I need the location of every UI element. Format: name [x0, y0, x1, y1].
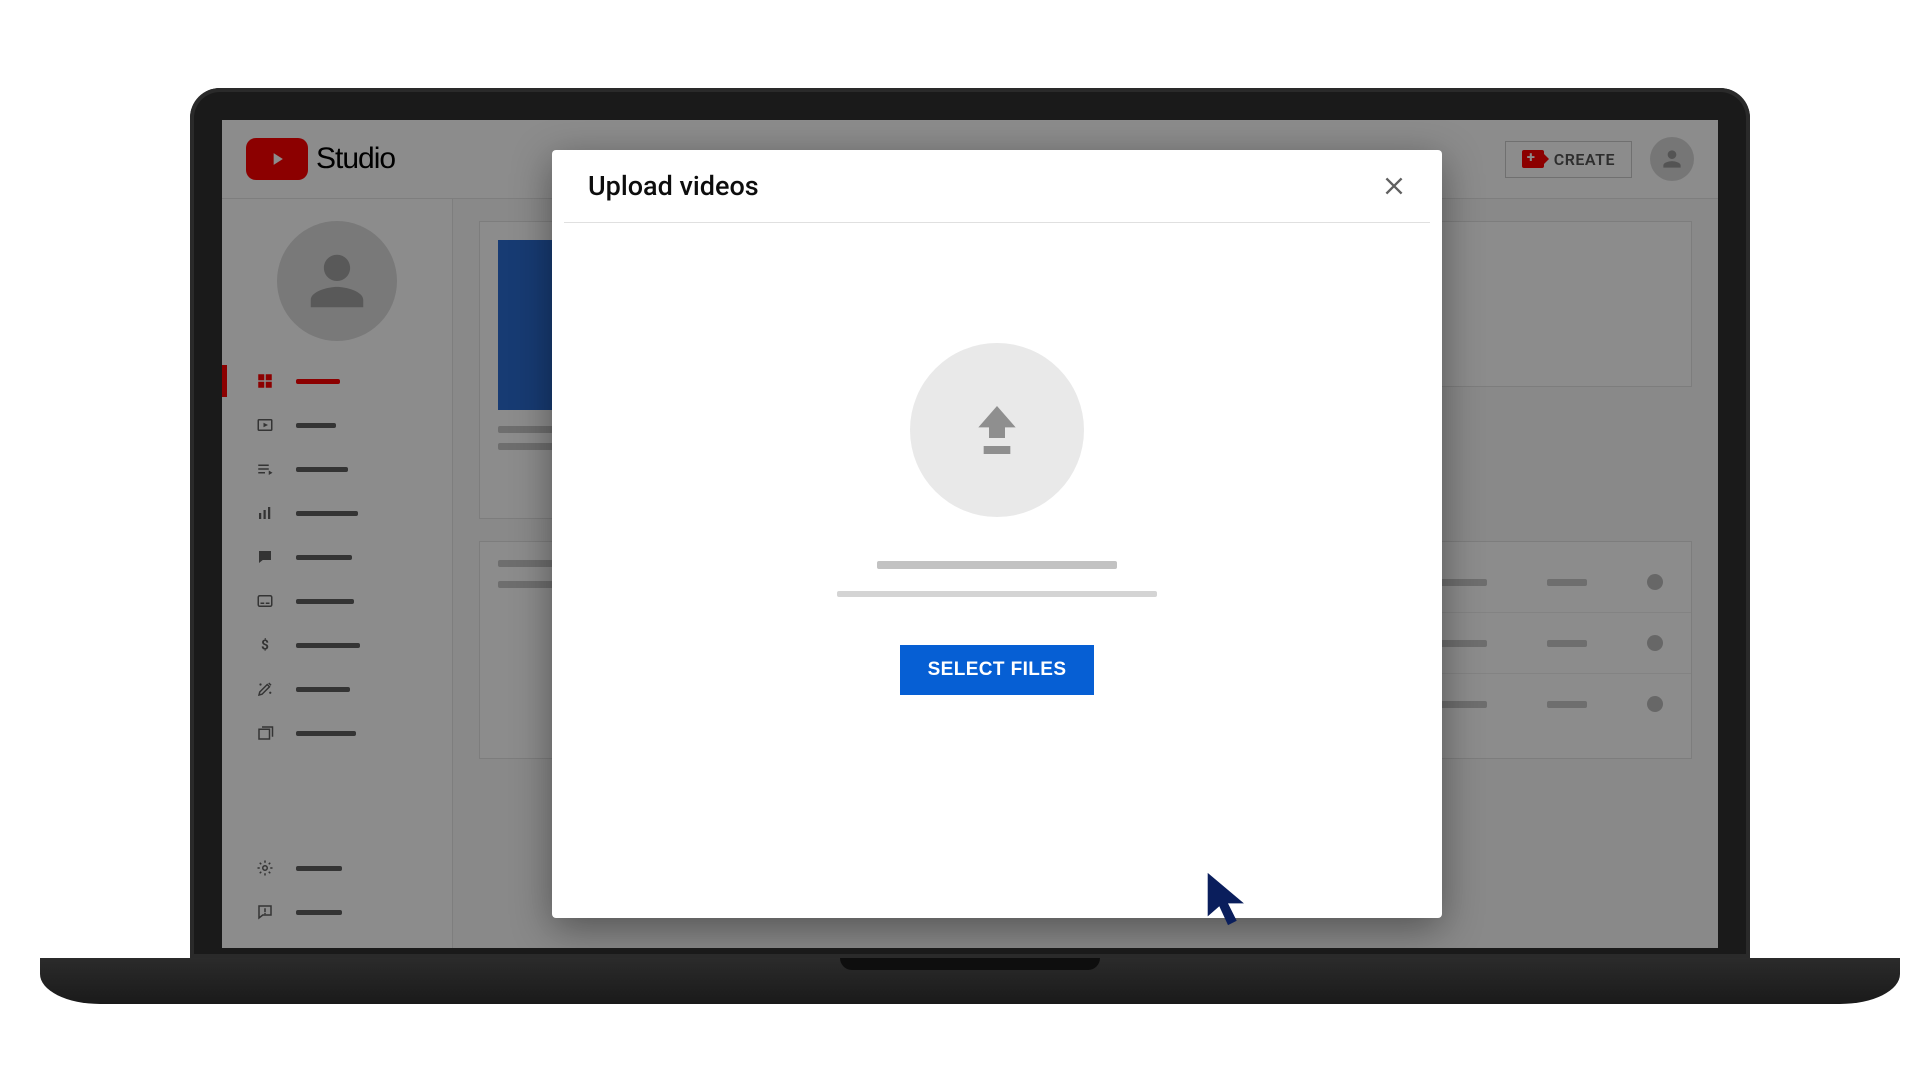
modal-header: Upload videos	[564, 150, 1430, 223]
close-icon	[1381, 173, 1407, 199]
laptop-frame: Studio CREATE	[190, 88, 1750, 958]
app-screen: Studio CREATE	[222, 120, 1718, 948]
laptop-base	[40, 958, 1900, 1004]
close-button[interactable]	[1376, 168, 1412, 204]
upload-hint-secondary	[837, 591, 1157, 597]
studio-app: Studio CREATE	[222, 120, 1718, 948]
modal-title: Upload videos	[588, 170, 759, 202]
upload-hint-primary	[877, 561, 1117, 569]
upload-arrow-icon	[965, 398, 1029, 462]
select-files-button[interactable]: SELECT FILES	[900, 645, 1095, 695]
upload-dropzone[interactable]	[910, 343, 1084, 517]
upload-videos-modal: Upload videos SELECT FILES	[552, 150, 1442, 918]
modal-body[interactable]: SELECT FILES	[552, 223, 1442, 918]
